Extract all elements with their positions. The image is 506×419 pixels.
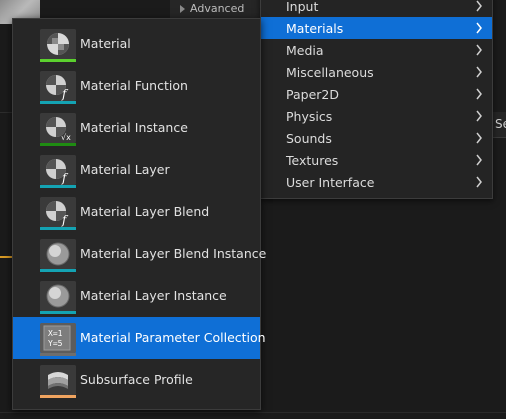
asset-item-material-function[interactable]: f Material Function: [13, 65, 260, 107]
advanced-section-header[interactable]: Advanced: [180, 0, 244, 18]
asset-item-subsurface-profile[interactable]: Subsurface Profile: [13, 359, 260, 401]
material-instance-icon: √x: [40, 113, 76, 146]
svg-text:Y=5: Y=5: [48, 339, 63, 348]
category-menu: Input Materials Media Miscellaneous Pape…: [260, 0, 493, 199]
asset-item-label: Material Layer Blend Instance: [80, 246, 267, 261]
chevron-right-icon: [476, 66, 482, 78]
category-item-materials[interactable]: Materials: [261, 17, 492, 39]
category-item-miscellaneous[interactable]: Miscellaneous: [261, 61, 492, 83]
category-item-paper2d[interactable]: Paper2D: [261, 83, 492, 105]
chevron-right-icon: [476, 44, 482, 56]
material-icon: [40, 29, 76, 62]
asset-item-label: Material Function: [80, 78, 188, 93]
asset-item-material-parameter-collection[interactable]: X=1 Y=5 Material Parameter Collection: [13, 317, 266, 359]
chevron-right-icon: [476, 22, 482, 34]
expand-arrow-icon: [180, 5, 185, 13]
chevron-right-icon: [476, 88, 482, 100]
advanced-label: Advanced: [190, 2, 245, 15]
asset-item-label: Material Instance: [80, 120, 188, 135]
chevron-right-icon: [476, 0, 482, 12]
asset-item-label: Material Layer Blend: [80, 204, 210, 219]
material-layer-blend-instance-icon: [40, 239, 76, 272]
asset-item-label: Material: [80, 36, 131, 51]
chevron-right-icon: [476, 132, 482, 144]
asset-item-material-layer-blend[interactable]: f Material Layer Blend: [13, 191, 260, 233]
materials-asset-menu: Material f Material Function √x Material…: [12, 18, 266, 410]
category-item-label: Materials: [286, 20, 344, 36]
category-item-label: User Interface: [286, 174, 375, 190]
asset-item-label: Material Layer: [80, 162, 170, 177]
asset-item-material-layer-blend-instance[interactable]: Material Layer Blend Instance: [13, 233, 266, 275]
material-layer-icon: f: [40, 155, 76, 188]
chevron-right-icon: [476, 154, 482, 166]
asset-item-material-instance[interactable]: √x Material Instance: [13, 107, 260, 149]
category-item-physics[interactable]: Physics: [261, 105, 492, 127]
category-item-label: Input: [286, 0, 319, 14]
category-item-label: Media: [286, 42, 324, 58]
material-parameter-collection-icon: X=1 Y=5: [40, 323, 76, 356]
divider: [0, 412, 506, 413]
category-item-label: Sounds: [286, 130, 332, 146]
category-item-label: Textures: [286, 152, 339, 168]
category-item-label: Paper2D: [286, 86, 339, 102]
svg-text:X=1: X=1: [48, 329, 63, 338]
category-item-input[interactable]: Input: [261, 0, 492, 17]
asset-item-label: Subsurface Profile: [80, 372, 193, 387]
material-function-icon: f: [40, 71, 76, 104]
chevron-right-icon: [476, 110, 482, 122]
svg-text:√x: √x: [61, 133, 71, 142]
asset-item-material-layer-instance[interactable]: Material Layer Instance: [13, 275, 260, 317]
category-item-user-interface[interactable]: User Interface: [261, 171, 492, 193]
material-layer-instance-icon: [40, 281, 76, 314]
asset-item-material[interactable]: Material: [13, 23, 260, 65]
category-item-sounds[interactable]: Sounds: [261, 127, 492, 149]
asset-item-material-layer[interactable]: f Material Layer: [13, 149, 260, 191]
category-item-textures[interactable]: Textures: [261, 149, 492, 171]
subsurface-profile-icon: [40, 365, 76, 398]
material-layer-blend-icon: f: [40, 197, 76, 230]
tab-accent: [0, 256, 12, 258]
category-item-label: Miscellaneous: [286, 64, 374, 80]
category-item-media[interactable]: Media: [261, 39, 492, 61]
search-field-text: Se: [495, 117, 506, 131]
category-item-label: Physics: [286, 108, 333, 124]
chevron-right-icon: [476, 176, 482, 188]
asset-item-label: Material Layer Instance: [80, 288, 227, 303]
asset-item-label: Material Parameter Collection: [80, 330, 266, 345]
